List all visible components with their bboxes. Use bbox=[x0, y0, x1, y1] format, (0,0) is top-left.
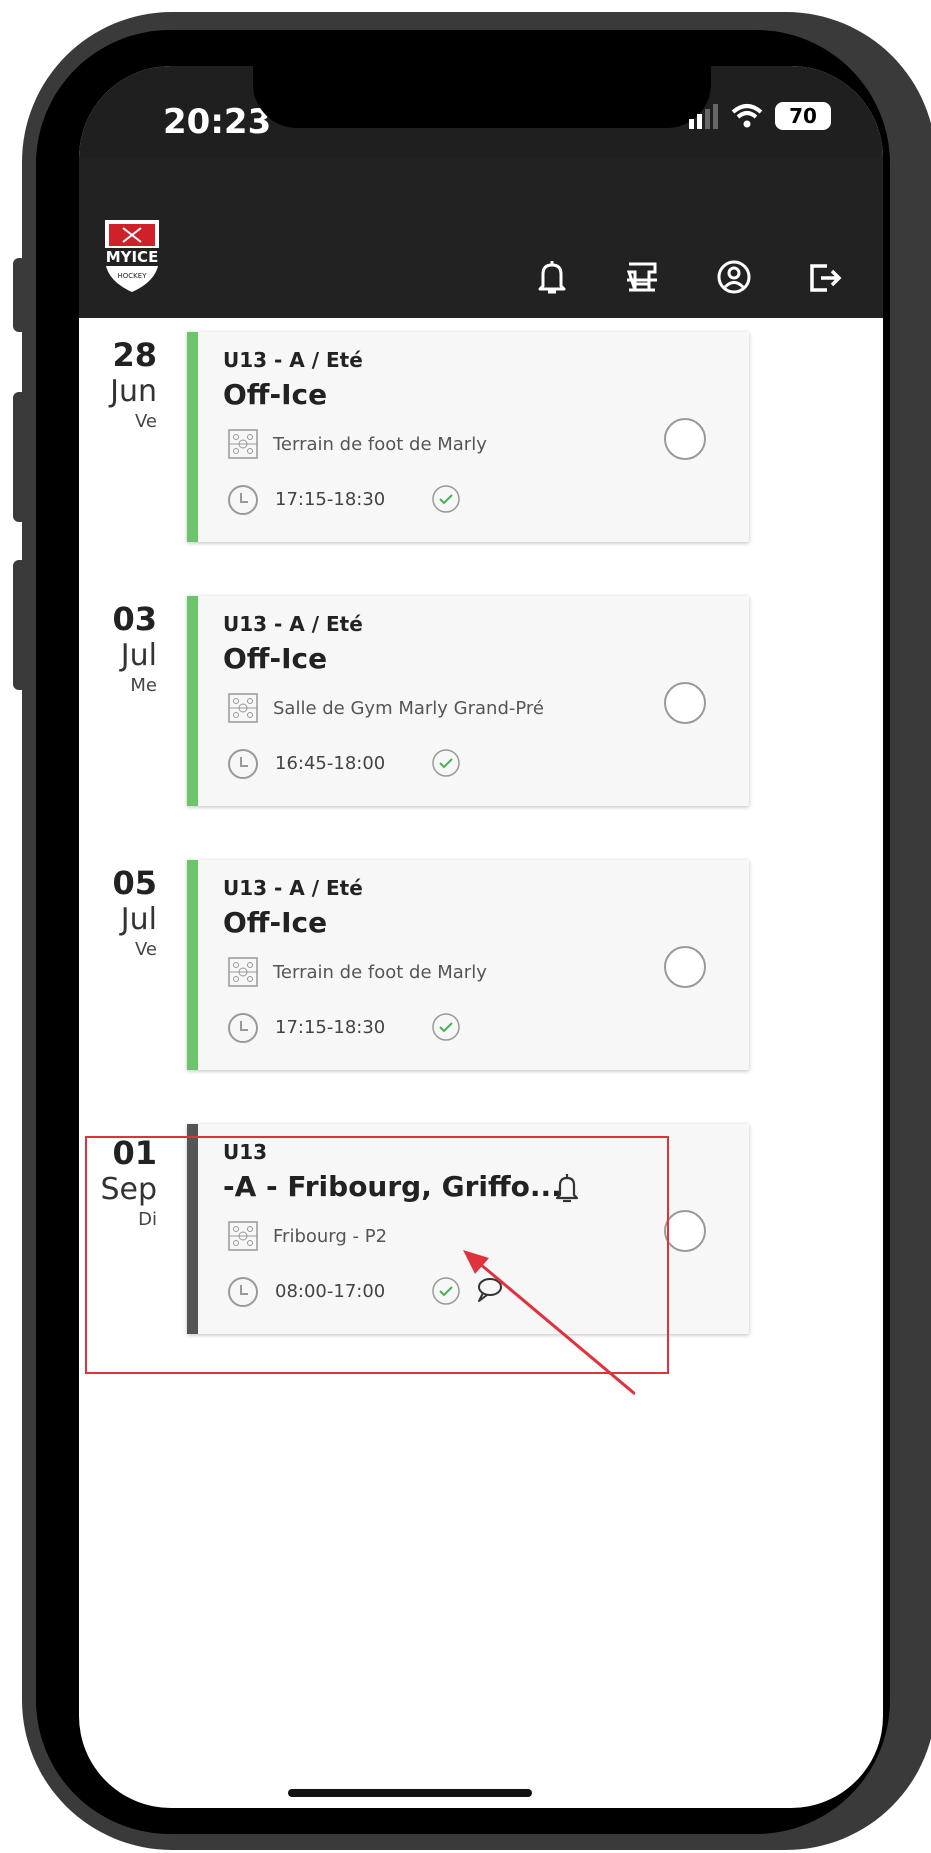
clock-icon bbox=[228, 1277, 258, 1307]
event-select-radio[interactable] bbox=[664, 946, 706, 988]
event-time: 16:45-18:00 bbox=[275, 753, 386, 774]
event-day: 28 bbox=[112, 336, 157, 374]
event-date: 03 Jul Me bbox=[79, 600, 157, 698]
status-time: 20:23 bbox=[163, 102, 272, 142]
event-select-radio[interactable] bbox=[664, 418, 706, 460]
rink-icon bbox=[228, 429, 258, 459]
event-day: 03 bbox=[112, 600, 157, 638]
status-bar: 20:23 70 bbox=[79, 66, 883, 158]
event-weekday: Ve bbox=[135, 411, 157, 432]
event-month: Jul bbox=[120, 902, 157, 937]
event-group: U13 - A / Eté bbox=[223, 348, 363, 372]
event-date: 01 Sep Di bbox=[79, 1134, 157, 1232]
phone-side-button bbox=[13, 560, 27, 690]
logo-text: MYICE bbox=[106, 248, 159, 266]
event-select-radio[interactable] bbox=[664, 1210, 706, 1252]
event-title: Off-Ice bbox=[223, 378, 328, 411]
event-day: 05 bbox=[112, 864, 157, 902]
event-time: 08:00-17:00 bbox=[275, 1281, 386, 1302]
logo-subtext: HOCKEY bbox=[118, 272, 148, 280]
notch bbox=[253, 66, 711, 128]
event-location: Fribourg - P2 bbox=[273, 1226, 388, 1247]
event-location: Salle de Gym Marly Grand-Pré bbox=[273, 698, 544, 719]
rink-icon bbox=[228, 693, 258, 723]
event-title: -A - Fribourg, Griffo... bbox=[223, 1170, 562, 1203]
clock-icon bbox=[228, 485, 258, 515]
event-location: Terrain de foot de Marly bbox=[273, 962, 487, 983]
bell-icon[interactable] bbox=[553, 1172, 581, 1204]
rink-icon bbox=[228, 1221, 258, 1251]
event-group: U13 - A / Eté bbox=[223, 612, 363, 636]
event-time: 17:15-18:30 bbox=[275, 1017, 386, 1038]
app-screen: 20:23 70 MYICE HOCKEY 28 Jun Ve U13 - A … bbox=[79, 66, 883, 1808]
event-accent-bar bbox=[187, 1124, 198, 1334]
event-accent-bar bbox=[187, 332, 198, 542]
check-circle-icon bbox=[432, 1013, 460, 1041]
event-group: U13 - A / Eté bbox=[223, 876, 363, 900]
event-month: Sep bbox=[100, 1172, 157, 1207]
event-month: Jul bbox=[120, 638, 157, 673]
arrow-annotation bbox=[463, 1250, 635, 1396]
event-item[interactable]: 03 Jul Me U13 - A / Eté Off-Ice Salle de… bbox=[79, 596, 883, 806]
header-icons bbox=[535, 258, 843, 296]
battery-icon: 70 bbox=[775, 102, 831, 130]
event-title: Off-Ice bbox=[223, 642, 328, 675]
user-circle-icon[interactable] bbox=[715, 258, 753, 296]
check-circle-icon bbox=[432, 749, 460, 777]
signal-icon bbox=[689, 104, 718, 129]
clock-icon bbox=[228, 749, 258, 779]
bell-icon[interactable] bbox=[535, 258, 569, 296]
rink-icon bbox=[228, 957, 258, 987]
check-circle-icon bbox=[432, 485, 460, 513]
logout-icon[interactable] bbox=[807, 258, 843, 296]
event-item[interactable]: 28 Jun Ve U13 - A / Eté Off-Ice Terrain … bbox=[79, 332, 883, 542]
wifi-icon bbox=[731, 104, 763, 128]
event-time: 17:15-18:30 bbox=[275, 489, 386, 510]
event-item[interactable]: 05 Jul Ve U13 - A / Eté Off-Ice Terrain … bbox=[79, 860, 883, 1070]
event-title: Off-Ice bbox=[223, 906, 328, 939]
event-weekday: Me bbox=[130, 675, 157, 696]
clock-icon bbox=[228, 1013, 258, 1043]
event-weekday: Ve bbox=[135, 939, 157, 960]
app-header: MYICE HOCKEY bbox=[79, 158, 883, 318]
home-indicator[interactable] bbox=[288, 1789, 532, 1797]
goal-icon[interactable] bbox=[623, 258, 661, 296]
event-accent-bar bbox=[187, 596, 198, 806]
event-accent-bar bbox=[187, 860, 198, 1070]
phone-side-button bbox=[13, 258, 27, 332]
status-icons: 70 bbox=[689, 102, 831, 130]
event-group: U13 bbox=[223, 1140, 268, 1164]
event-weekday: Di bbox=[138, 1209, 157, 1230]
phone-side-button bbox=[13, 392, 27, 522]
event-date: 05 Jul Ve bbox=[79, 864, 157, 962]
myice-logo[interactable]: MYICE HOCKEY bbox=[97, 214, 167, 294]
event-month: Jun bbox=[110, 374, 157, 409]
event-day: 01 bbox=[112, 1134, 157, 1172]
event-select-radio[interactable] bbox=[664, 682, 706, 724]
event-location: Terrain de foot de Marly bbox=[273, 434, 487, 455]
event-date: 28 Jun Ve bbox=[79, 336, 157, 434]
